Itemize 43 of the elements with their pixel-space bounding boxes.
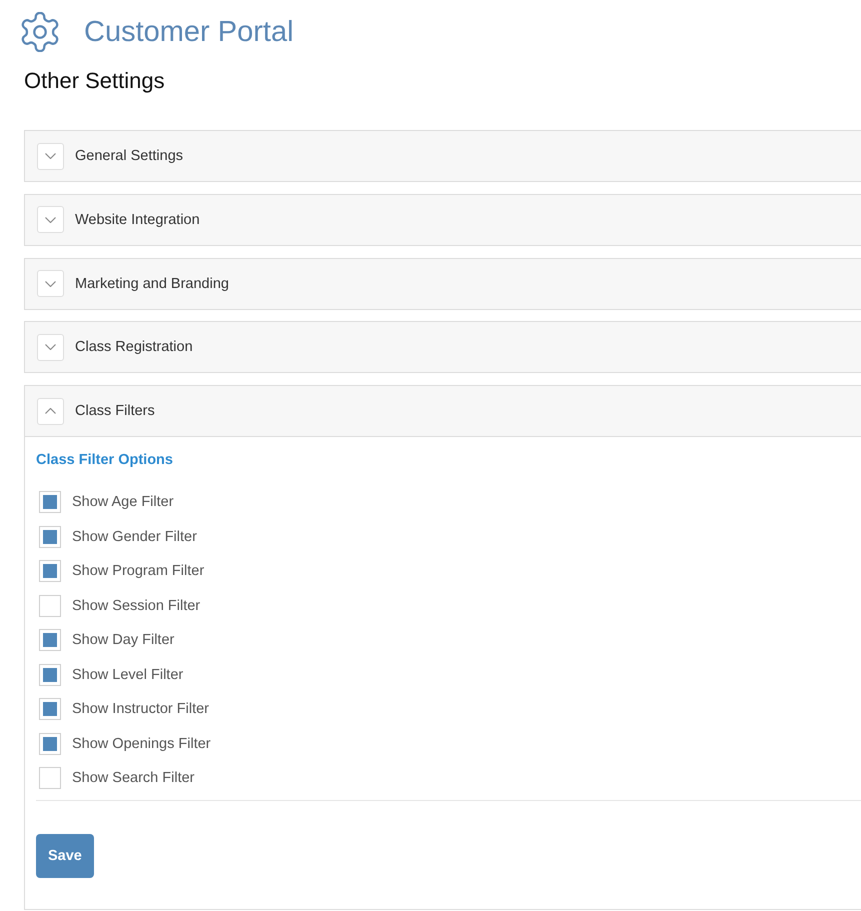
- checkbox-label: Show Day Filter: [72, 632, 174, 648]
- save-button[interactable]: Save: [36, 834, 94, 878]
- expand-toggle-button[interactable]: [37, 142, 64, 170]
- checkbox-label: Show Gender Filter: [72, 528, 197, 545]
- checkbox-label: Show Session Filter: [72, 598, 200, 614]
- section-title: General Settings: [75, 148, 184, 164]
- checkbox[interactable]: [39, 698, 61, 720]
- section-title: Website Integration: [75, 212, 200, 228]
- checkbox[interactable]: [39, 594, 61, 617]
- checkbox[interactable]: [39, 491, 61, 514]
- checkbox-label: Show Openings Filter: [72, 736, 211, 752]
- accordion-header[interactable]: Website Integration: [25, 194, 861, 245]
- checkbox[interactable]: [39, 732, 61, 755]
- app-title: Customer Portal: [84, 15, 294, 50]
- section-title: Class Registration: [75, 339, 193, 356]
- chevron-down-icon: [45, 153, 56, 159]
- checkbox[interactable]: [39, 526, 61, 548]
- section-title: Marketing and Branding: [75, 276, 229, 292]
- chevron-down-icon: [45, 216, 56, 223]
- settings-icon: [20, 12, 60, 52]
- accordion-header[interactable]: Class Registration: [25, 322, 861, 372]
- accordion-header[interactable]: Class Filters: [25, 386, 861, 437]
- checkbox[interactable]: [39, 767, 61, 790]
- checkbox-label: Show Search Filter: [72, 770, 194, 786]
- expand-toggle-button[interactable]: [37, 206, 64, 234]
- chevron-down-icon: [45, 344, 56, 350]
- checkbox[interactable]: [39, 560, 61, 582]
- chevron-up-icon: [45, 408, 56, 414]
- checkbox-label: Show Program Filter: [72, 563, 204, 580]
- expand-toggle-button[interactable]: [37, 334, 64, 361]
- checkbox-label: Show Instructor Filter: [72, 701, 209, 718]
- page-title: Other Settings: [24, 67, 165, 95]
- accordion-header[interactable]: Marketing and Branding: [25, 258, 861, 308]
- section-heading: Class Filter Options: [36, 451, 173, 470]
- checkbox-label: Show Age Filter: [72, 494, 174, 510]
- checkbox-label: Show Level Filter: [72, 666, 184, 683]
- expand-toggle-button[interactable]: [37, 398, 64, 424]
- chevron-down-icon: [45, 280, 56, 286]
- accordion-header[interactable]: General Settings: [25, 131, 861, 181]
- expand-toggle-button[interactable]: [37, 270, 64, 297]
- section-title: Class Filters: [75, 403, 155, 419]
- checkbox[interactable]: [39, 629, 61, 652]
- checkbox[interactable]: [39, 664, 61, 686]
